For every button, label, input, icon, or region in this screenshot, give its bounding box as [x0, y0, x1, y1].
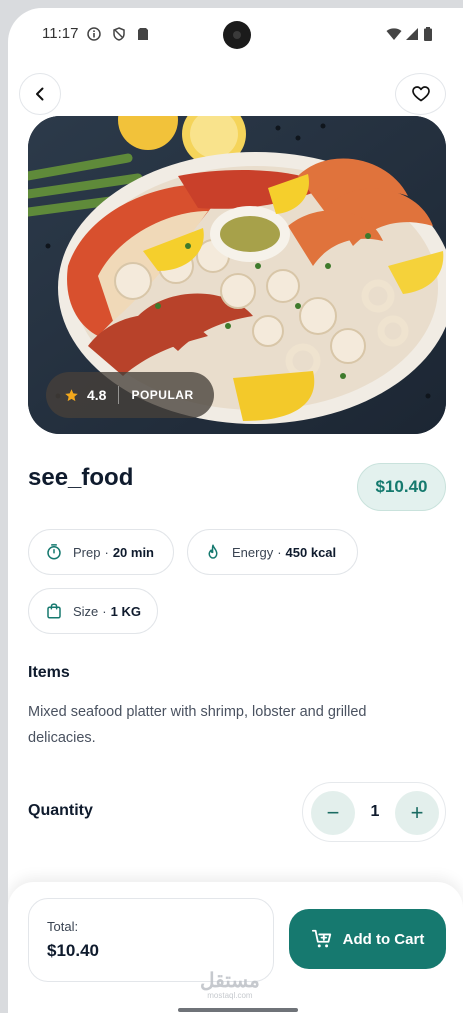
quantity-stepper: − 1 +: [302, 782, 446, 842]
wifi-icon: [386, 28, 402, 40]
size-chip: Size · 1 KG: [28, 588, 158, 634]
status-bar: 11:17: [8, 8, 463, 58]
watermark-text: مستقل: [200, 970, 260, 992]
size-label: Size: [73, 603, 99, 619]
rating-badge: 4.8 POPULAR: [46, 372, 214, 418]
prep-value: 20 min: [112, 544, 154, 560]
prep-label: Prep: [73, 544, 101, 560]
add-to-cart-label: Add to Cart: [342, 930, 425, 948]
star-icon: [65, 388, 78, 401]
energy-label: Energy: [232, 544, 274, 560]
bag-icon: [47, 603, 61, 619]
plus-icon: +: [410, 800, 424, 825]
size-separator: ·: [102, 603, 107, 619]
increment-button[interactable]: +: [395, 791, 439, 835]
home-indicator[interactable]: [178, 1008, 298, 1012]
energy-chip: Energy · 450 kcal: [187, 529, 358, 575]
rating-divider: [118, 386, 120, 404]
status-time: 11:17: [42, 25, 79, 42]
heart-outline-icon: [411, 86, 430, 102]
favorite-button[interactable]: [395, 73, 446, 115]
cellular-icon: [406, 28, 418, 40]
prep-time-chip: Prep · 20 min: [28, 529, 174, 575]
phone-screen: 11:17 4.8 POPULAR see_food $10.40 Prep ·…: [8, 8, 463, 1013]
popular-label: POPULAR: [131, 388, 194, 402]
flame-icon: [208, 544, 218, 559]
sim-card-icon: [138, 28, 148, 40]
add-to-cart-button[interactable]: Add to Cart: [289, 909, 446, 969]
cart-plus-icon: [311, 929, 331, 948]
size-value: 1 KG: [110, 603, 141, 619]
quantity-label: Quantity: [28, 802, 93, 819]
shield-icon: [113, 27, 125, 41]
front-camera: [223, 21, 251, 49]
rating-value: 4.8: [87, 387, 107, 403]
battery-icon: [424, 27, 432, 41]
product-image: 4.8 POPULAR: [28, 116, 446, 434]
back-button[interactable]: [19, 73, 61, 115]
total-value: $10.40: [47, 941, 99, 960]
info-icon: [87, 27, 101, 41]
items-description: Mixed seafood platter with shrimp, lobst…: [28, 704, 367, 746]
product-title: see_food: [28, 464, 134, 491]
watermark: مستقل mostaql.com: [200, 968, 260, 1000]
watermark-subtext: mostaql.com: [207, 991, 253, 1000]
total-label: Total:: [47, 919, 79, 934]
items-heading: Items: [28, 664, 70, 681]
timer-icon: [47, 544, 61, 560]
price-badge: $10.40: [357, 463, 446, 511]
energy-value: 450 kcal: [285, 544, 337, 560]
chevron-left-icon: [36, 87, 44, 101]
energy-separator: ·: [277, 544, 282, 560]
prep-separator: ·: [104, 544, 109, 560]
